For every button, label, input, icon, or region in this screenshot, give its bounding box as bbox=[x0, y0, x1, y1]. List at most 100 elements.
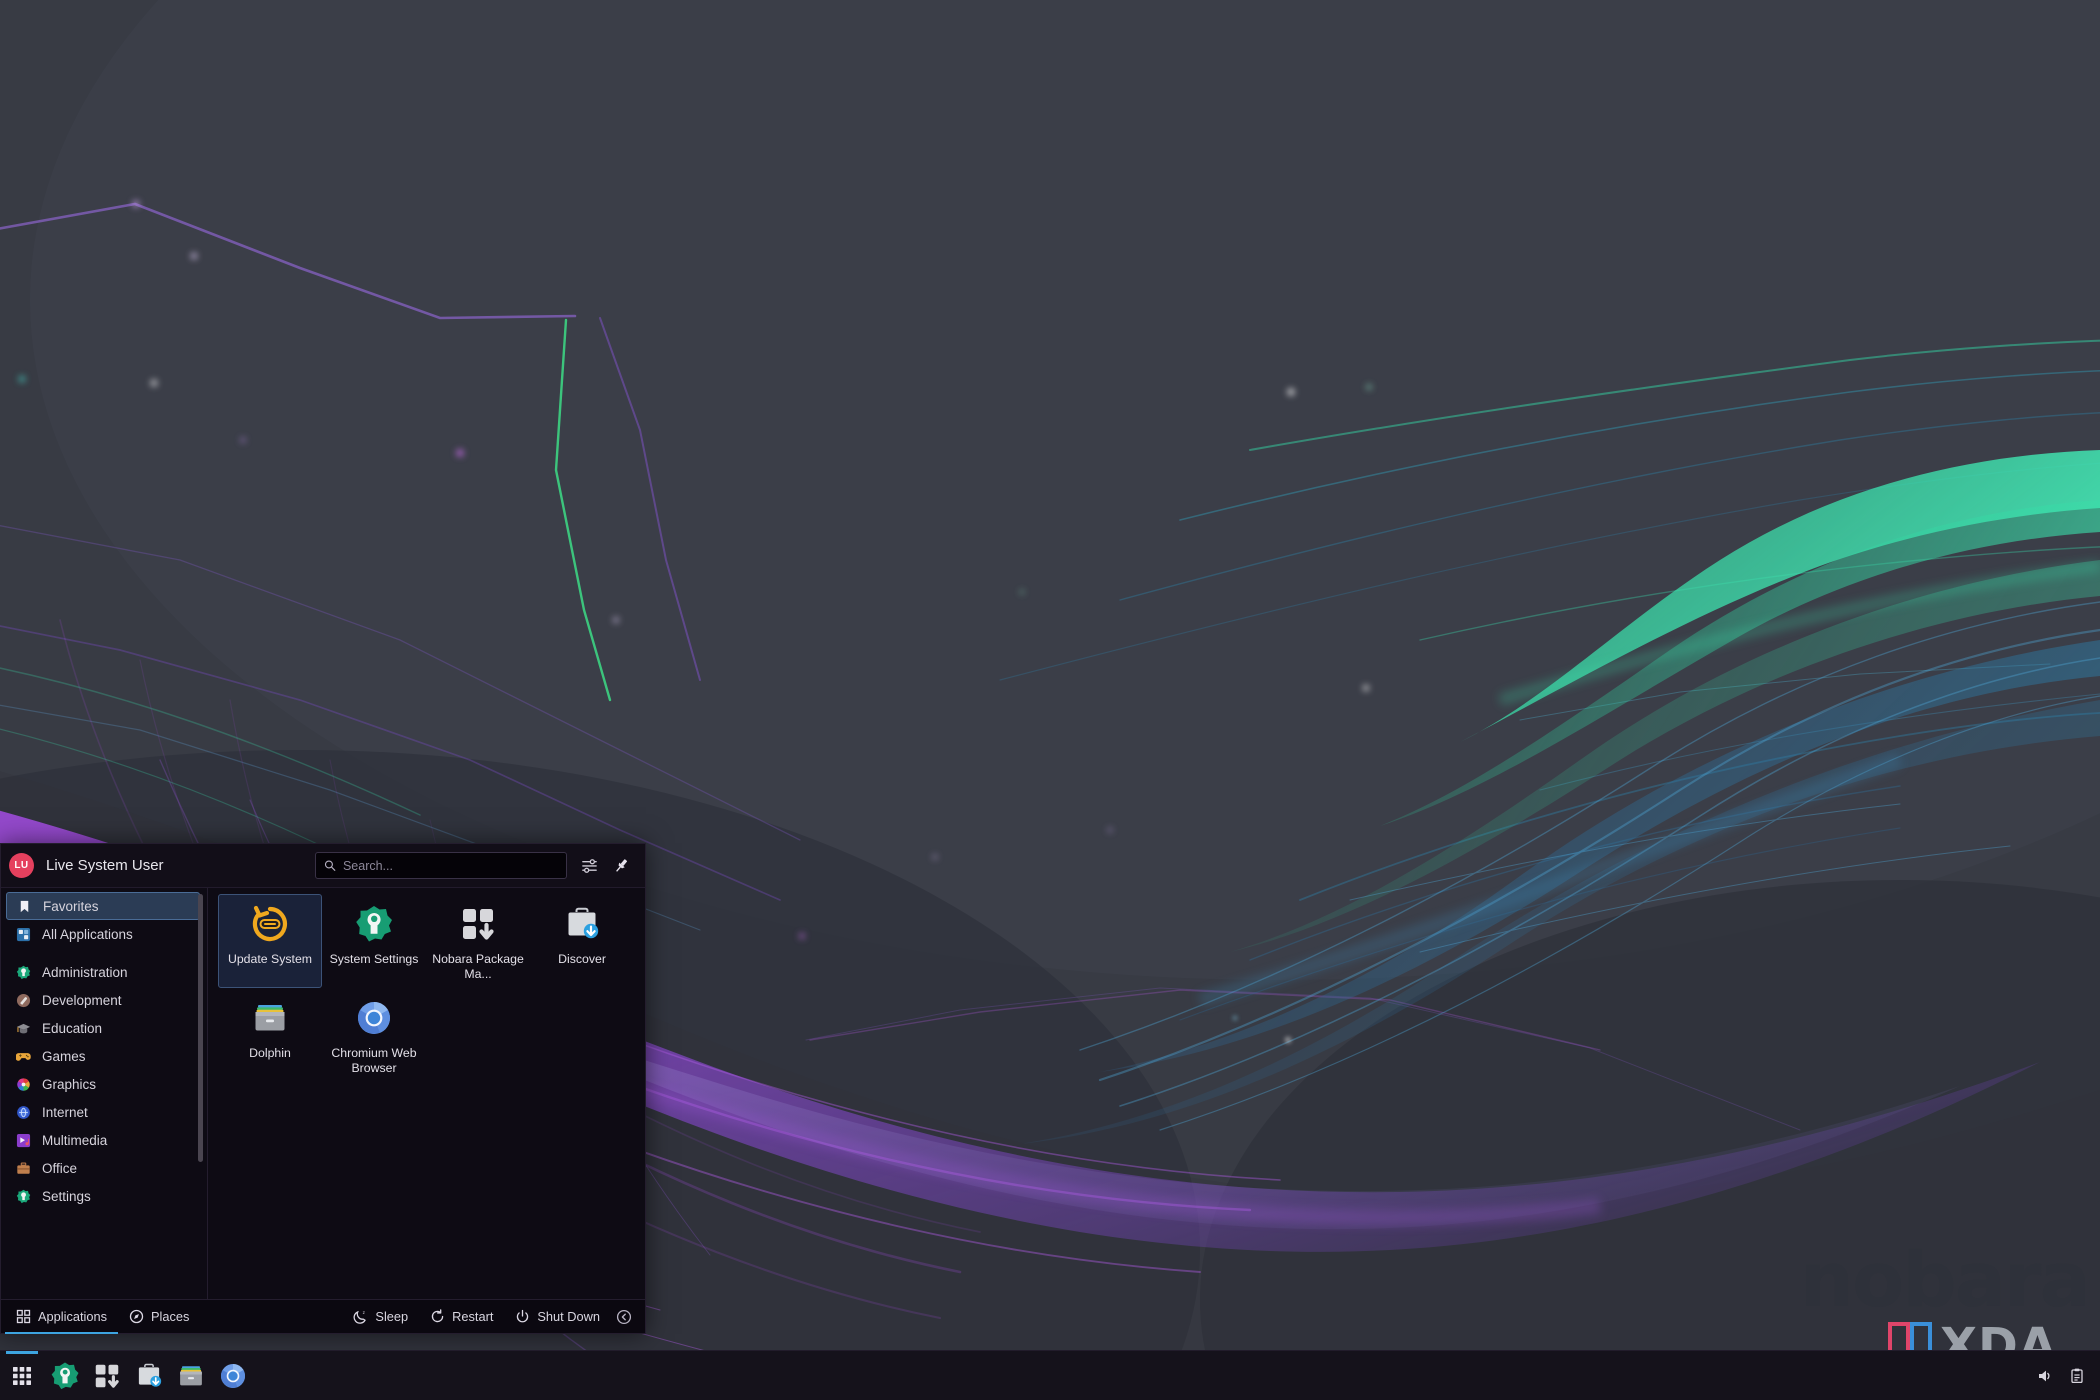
footer-tab-label: Applications bbox=[38, 1309, 108, 1324]
sidebar-item-multimedia[interactable]: Multimedia bbox=[6, 1126, 200, 1154]
sidebar-item-label: Multimedia bbox=[42, 1132, 108, 1148]
wrench-gear-icon bbox=[15, 964, 32, 981]
dolphin-filemanager-icon bbox=[249, 997, 291, 1039]
update-system-icon bbox=[249, 903, 291, 945]
restart-label: Restart bbox=[452, 1309, 494, 1324]
sidebar-item-label: Office bbox=[42, 1160, 78, 1176]
bookmark-icon bbox=[16, 898, 33, 915]
graduation-cap-icon bbox=[15, 1020, 32, 1037]
wrench-gear-icon bbox=[15, 1188, 32, 1205]
sidebar-item-label: Development bbox=[42, 992, 122, 1008]
desktop[interactable]: nobara XDA LU Live System User Search...… bbox=[0, 0, 2100, 1400]
app-tile-label: Update System bbox=[227, 952, 313, 966]
search-input[interactable] bbox=[342, 858, 558, 873]
taskbar-item-chromium[interactable] bbox=[212, 1351, 254, 1400]
restart-button[interactable]: Restart bbox=[419, 1303, 504, 1331]
sidebar-item-label: Internet bbox=[42, 1104, 88, 1120]
configure-icon[interactable] bbox=[579, 856, 599, 876]
grid-apps-icon bbox=[15, 926, 32, 943]
footer-tab-applications[interactable]: Applications bbox=[5, 1303, 119, 1334]
discover-icon bbox=[561, 903, 603, 945]
application-launcher-menu[interactable]: LU Live System User Search... Favorites … bbox=[0, 843, 646, 1334]
avatar[interactable]: LU bbox=[9, 853, 34, 878]
search-icon bbox=[324, 860, 336, 871]
app-tile-label: Discover bbox=[558, 952, 606, 966]
taskbar-item-discover[interactable] bbox=[128, 1351, 170, 1400]
sidebar-item-label: Settings bbox=[42, 1188, 91, 1204]
sidebar-item-label: Education bbox=[42, 1020, 103, 1036]
app-tile-discover[interactable]: Discover bbox=[530, 894, 634, 988]
dolphin-filemanager-icon bbox=[180, 1365, 202, 1385]
app-tile-nobara-package-manager[interactable]: Nobara Package Ma... bbox=[426, 894, 530, 988]
sidebar-item-education[interactable]: Education bbox=[6, 1014, 200, 1042]
taskbar-item-system-settings[interactable] bbox=[44, 1351, 86, 1400]
favorites-grid: Update System System Settings Nobara Pac… bbox=[218, 894, 637, 1082]
favorites-pane: Update System System Settings Nobara Pac… bbox=[208, 888, 645, 1299]
shutdown-button[interactable]: Shut Down bbox=[504, 1303, 611, 1331]
search-box[interactable] bbox=[315, 852, 567, 879]
system-settings-icon bbox=[353, 903, 395, 945]
sidebar-item-development[interactable]: Development bbox=[6, 986, 200, 1014]
menu-sidebar[interactable]: Favorites All Applications Administratio… bbox=[1, 888, 208, 1299]
package-manager-icon bbox=[95, 1364, 119, 1388]
header-actions bbox=[315, 852, 635, 879]
taskbar-item-nobara-package-manager[interactable] bbox=[86, 1351, 128, 1400]
footer-tab-label: Places bbox=[151, 1309, 190, 1324]
chromium-icon bbox=[353, 997, 395, 1039]
hammer-icon bbox=[15, 992, 32, 1009]
sidebar-item-all-applications[interactable]: All Applications bbox=[6, 920, 200, 948]
system-settings-icon bbox=[51, 1362, 79, 1389]
user-name-label: Live System User bbox=[46, 857, 164, 874]
app-tile-label: Nobara Package Ma... bbox=[432, 952, 524, 981]
discover-icon bbox=[138, 1363, 162, 1387]
sidebar-item-label: Favorites bbox=[43, 898, 99, 914]
menu-header: LU Live System User bbox=[1, 844, 645, 888]
sidebar-item-office[interactable]: Office bbox=[6, 1154, 200, 1182]
nobara-watermark: nobara bbox=[1800, 1235, 2091, 1324]
gamepad-icon bbox=[15, 1048, 32, 1065]
app-tile-label: Chromium Web Browser bbox=[331, 1046, 417, 1075]
svg-text:z: z bbox=[363, 1310, 366, 1315]
power-icon bbox=[517, 1309, 529, 1323]
app-tile-system-settings[interactable]: System Settings bbox=[322, 894, 426, 988]
sidebar-item-label: All Applications bbox=[42, 926, 133, 942]
package-manager-icon bbox=[457, 903, 499, 945]
sidebar-item-administration[interactable]: Administration bbox=[6, 958, 200, 986]
sidebar-item-graphics[interactable]: Graphics bbox=[6, 1070, 200, 1098]
sidebar-item-games[interactable]: Games bbox=[6, 1042, 200, 1070]
clipboard-icon[interactable] bbox=[2064, 1361, 2090, 1391]
sleep-button[interactable]: z Sleep bbox=[342, 1303, 419, 1331]
sleep-label: Sleep bbox=[375, 1309, 409, 1324]
places-compass-icon bbox=[129, 1309, 144, 1324]
app-tile-label: System Settings bbox=[329, 952, 419, 966]
grid-launcher-icon bbox=[13, 1366, 31, 1385]
sidebar-item-favorites[interactable]: Favorites bbox=[6, 892, 200, 920]
media-player-icon bbox=[15, 1132, 32, 1149]
app-tile-dolphin[interactable]: Dolphin bbox=[218, 988, 322, 1082]
leave-chevron-icon[interactable] bbox=[611, 1309, 637, 1325]
speaker-icon[interactable] bbox=[2032, 1361, 2058, 1391]
app-tile-chromium[interactable]: Chromium Web Browser bbox=[322, 988, 426, 1082]
app-tile-label: Dolphin bbox=[249, 1046, 291, 1060]
sidebar-item-settings[interactable]: Settings bbox=[6, 1182, 200, 1210]
sidebar-divider bbox=[207, 888, 208, 1299]
briefcase-icon bbox=[15, 1160, 32, 1177]
grid-small-icon bbox=[16, 1309, 31, 1324]
globe-icon bbox=[15, 1104, 32, 1121]
system-tray bbox=[2032, 1361, 2100, 1391]
taskbar-application-launcher[interactable] bbox=[0, 1350, 44, 1400]
sidebar-scrollbar[interactable] bbox=[198, 894, 203, 1162]
pin-icon[interactable] bbox=[611, 856, 631, 876]
shutdown-label: Shut Down bbox=[537, 1309, 600, 1324]
taskbar-panel[interactable] bbox=[0, 1350, 2100, 1400]
app-tile-update-system[interactable]: Update System bbox=[218, 894, 322, 988]
menu-footer: Applications Places z Sleep Restart Shut… bbox=[1, 1299, 645, 1334]
sidebar-item-internet[interactable]: Internet bbox=[6, 1098, 200, 1126]
sidebar-item-label: Graphics bbox=[42, 1076, 97, 1092]
taskbar-item-dolphin[interactable] bbox=[170, 1351, 212, 1400]
footer-tab-places[interactable]: Places bbox=[118, 1303, 200, 1331]
restart-icon bbox=[431, 1309, 444, 1323]
menu-body: Favorites All Applications Administratio… bbox=[1, 888, 645, 1299]
color-wheel-icon bbox=[15, 1076, 32, 1093]
sidebar-separator bbox=[4, 948, 208, 958]
